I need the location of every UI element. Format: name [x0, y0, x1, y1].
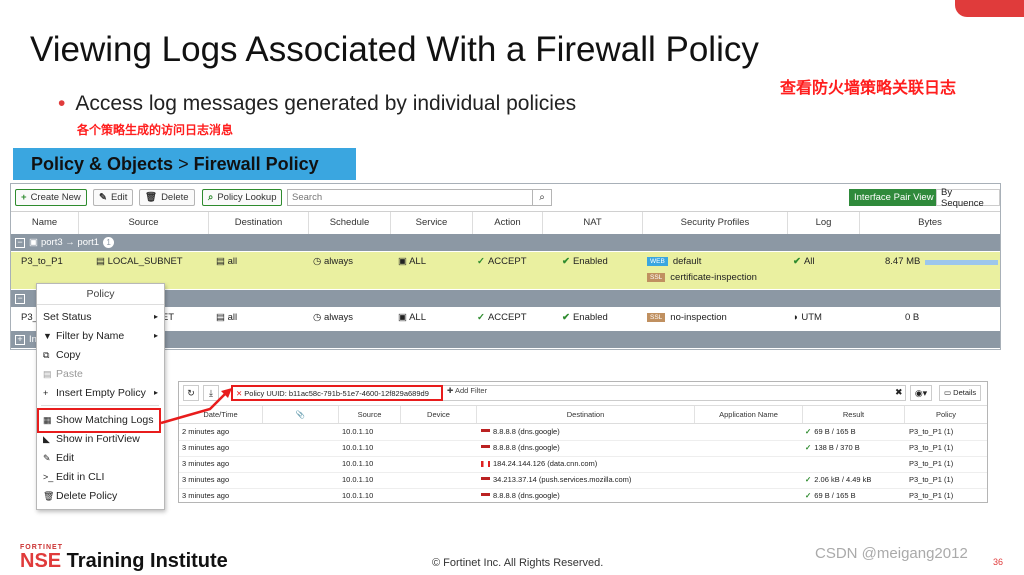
arrow-line — [160, 392, 227, 425]
callout-arrow — [160, 388, 232, 425]
nse-logo-nse: NSE — [20, 550, 62, 572]
nse-logo: NSE Training Institute — [20, 550, 228, 573]
nse-logo-rest: Training Institute — [61, 550, 228, 572]
page-number: 36 — [993, 557, 1004, 567]
copyright: © Fortinet Inc. All Rights Reserved. — [432, 557, 604, 569]
watermark: CSDN @meigang2012 — [815, 545, 968, 562]
